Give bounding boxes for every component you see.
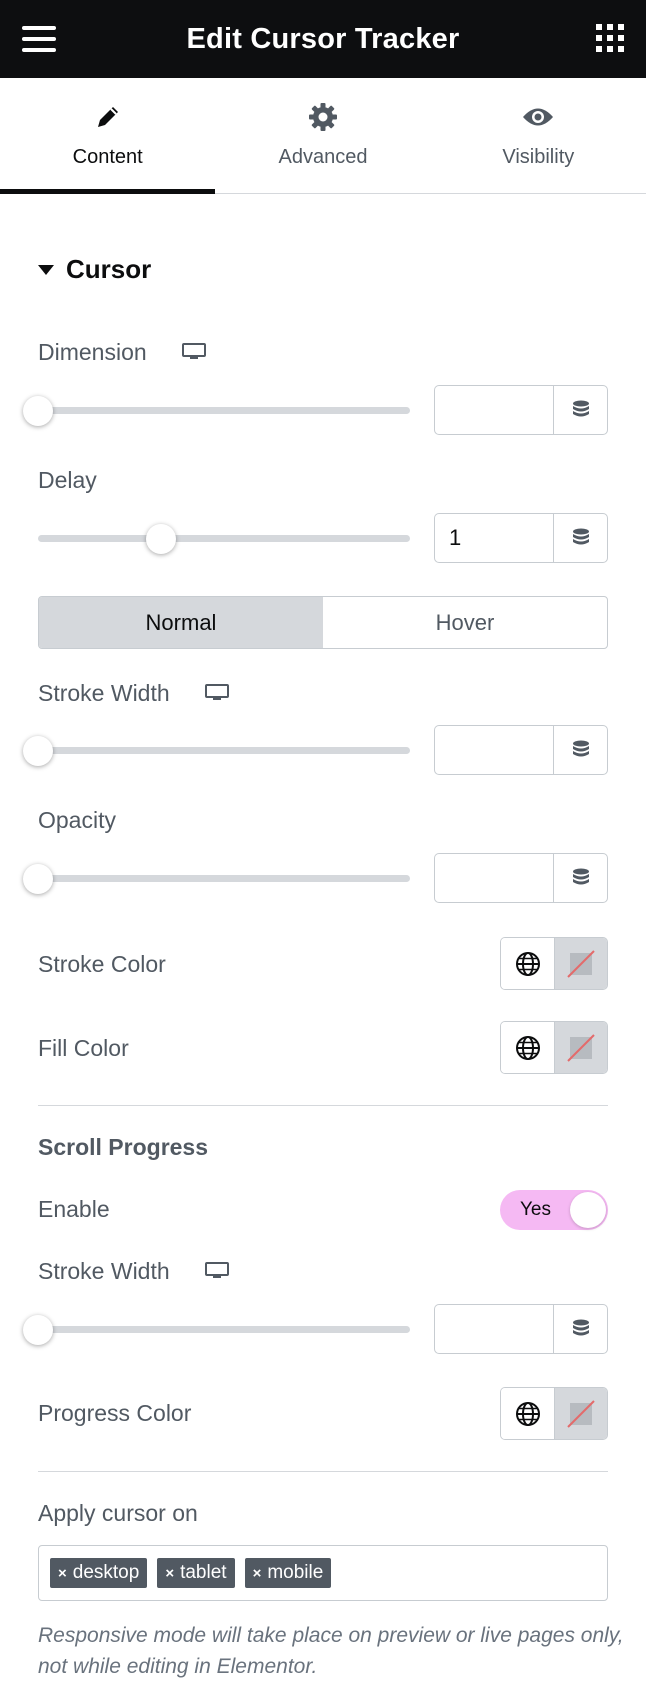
global-colors-button[interactable] [501, 1388, 555, 1439]
tab-normal[interactable]: Normal [39, 597, 323, 648]
delay-slider-track[interactable] [38, 535, 410, 542]
section-divider [38, 1471, 608, 1472]
editor-header: Edit Cursor Tracker [0, 0, 646, 78]
stroke-color-label: Stroke Color [38, 951, 166, 977]
delay-input[interactable] [434, 513, 554, 563]
delay-dynamic-tags-button[interactable] [553, 513, 608, 563]
global-colors-button[interactable] [501, 938, 555, 989]
widgets-grid-icon[interactable] [596, 24, 624, 52]
scroll-stroke-width-slider-track[interactable] [38, 1326, 410, 1333]
dimension-label: Dimension [38, 339, 147, 365]
tab-hover[interactable]: Hover [323, 597, 607, 648]
tag-text: mobile [267, 1562, 324, 1583]
opacity-label: Opacity [38, 807, 116, 833]
cursor-section-toggle[interactable]: Cursor [38, 254, 151, 285]
tab-advanced-label: Advanced [278, 146, 368, 168]
database-icon [572, 868, 589, 885]
database-icon [572, 1319, 589, 1336]
no-color-icon [567, 1033, 595, 1062]
opacity-slider-track[interactable] [38, 875, 410, 882]
hamburger-menu-icon[interactable] [22, 26, 56, 52]
delay-slider-handle[interactable] [146, 524, 176, 554]
tab-content-label: Content [72, 146, 143, 168]
scroll-stroke-width-label: Stroke Width [38, 1258, 170, 1284]
dimension-dynamic-tags-button[interactable] [553, 385, 608, 435]
opacity-input[interactable] [434, 853, 554, 903]
tab-content[interactable]: Content [0, 78, 216, 194]
pencil-icon [94, 102, 122, 132]
tab-advanced[interactable]: Advanced [215, 78, 430, 193]
scroll-stroke-width-input[interactable] [434, 1304, 554, 1354]
section-divider [38, 1105, 608, 1106]
enable-toggle[interactable]: Yes [500, 1190, 608, 1230]
database-icon [572, 528, 589, 545]
progress-color-control [500, 1387, 608, 1440]
stroke-width-label: Stroke Width [38, 680, 170, 706]
progress-color-label: Progress Color [38, 1400, 192, 1426]
device-multiselect[interactable]: × desktop × tablet × mobile [38, 1545, 608, 1601]
no-color-icon [567, 1399, 595, 1428]
panel-title: Edit Cursor Tracker [186, 22, 460, 55]
stroke-width-slider-handle[interactable] [23, 736, 53, 766]
opacity-dynamic-tags-button[interactable] [553, 853, 608, 903]
remove-tag-icon[interactable]: × [58, 1565, 67, 1582]
tab-visibility-label: Visibility [502, 146, 575, 168]
remove-tag-icon[interactable]: × [165, 1565, 174, 1582]
desktop-icon[interactable] [205, 684, 229, 701]
cursor-section-title: Cursor [66, 254, 152, 284]
globe-icon [515, 1035, 540, 1060]
stroke-color-control [500, 937, 608, 990]
toggle-knob [570, 1192, 606, 1228]
tag-desktop: × desktop [50, 1558, 148, 1588]
opacity-slider-handle[interactable] [23, 864, 53, 894]
fill-color-swatch[interactable] [555, 1022, 607, 1073]
globe-icon [515, 951, 540, 976]
panel-tabs: Content Advanced Visibility [0, 78, 646, 194]
tab-visibility[interactable]: Visibility [431, 78, 646, 193]
tag-text: desktop [72, 1562, 140, 1583]
desktop-icon[interactable] [182, 343, 206, 360]
dimension-input[interactable] [434, 385, 554, 435]
stroke-width-slider-track[interactable] [38, 747, 410, 754]
database-icon [572, 400, 589, 417]
gear-icon [308, 102, 338, 132]
global-colors-button[interactable] [501, 1022, 555, 1073]
eye-icon [522, 102, 554, 132]
stroke-width-dynamic-tags-button[interactable] [553, 725, 608, 775]
stroke-color-swatch[interactable] [555, 938, 607, 989]
tag-tablet: × tablet [157, 1558, 235, 1588]
no-color-icon [567, 949, 595, 978]
desktop-icon[interactable] [205, 1262, 229, 1279]
tag-text: tablet [180, 1562, 227, 1583]
dimension-slider-track[interactable] [38, 407, 410, 414]
caret-down-icon [38, 264, 54, 275]
fill-color-control [500, 1021, 608, 1074]
progress-color-swatch[interactable] [555, 1388, 607, 1439]
fill-color-label: Fill Color [38, 1035, 129, 1061]
scroll-stroke-width-slider-handle[interactable] [23, 1315, 53, 1345]
database-icon [572, 740, 589, 757]
stroke-width-input[interactable] [434, 725, 554, 775]
enable-label: Enable [38, 1196, 110, 1222]
globe-icon [515, 1401, 540, 1426]
dimension-slider-handle[interactable] [23, 396, 53, 426]
scroll-stroke-width-dynamic-tags-button[interactable] [553, 1304, 608, 1354]
toggle-text: Yes [520, 1199, 551, 1220]
scroll-progress-heading: Scroll Progress [38, 1134, 209, 1160]
tag-mobile: × mobile [244, 1558, 332, 1588]
delay-label: Delay [38, 467, 97, 493]
apply-cursor-label: Apply cursor on [38, 1500, 198, 1526]
state-tabs: Normal Hover [38, 596, 608, 649]
remove-tag-icon[interactable]: × [253, 1565, 262, 1582]
responsive-note: Responsive mode will take place on previ… [38, 1624, 624, 1678]
